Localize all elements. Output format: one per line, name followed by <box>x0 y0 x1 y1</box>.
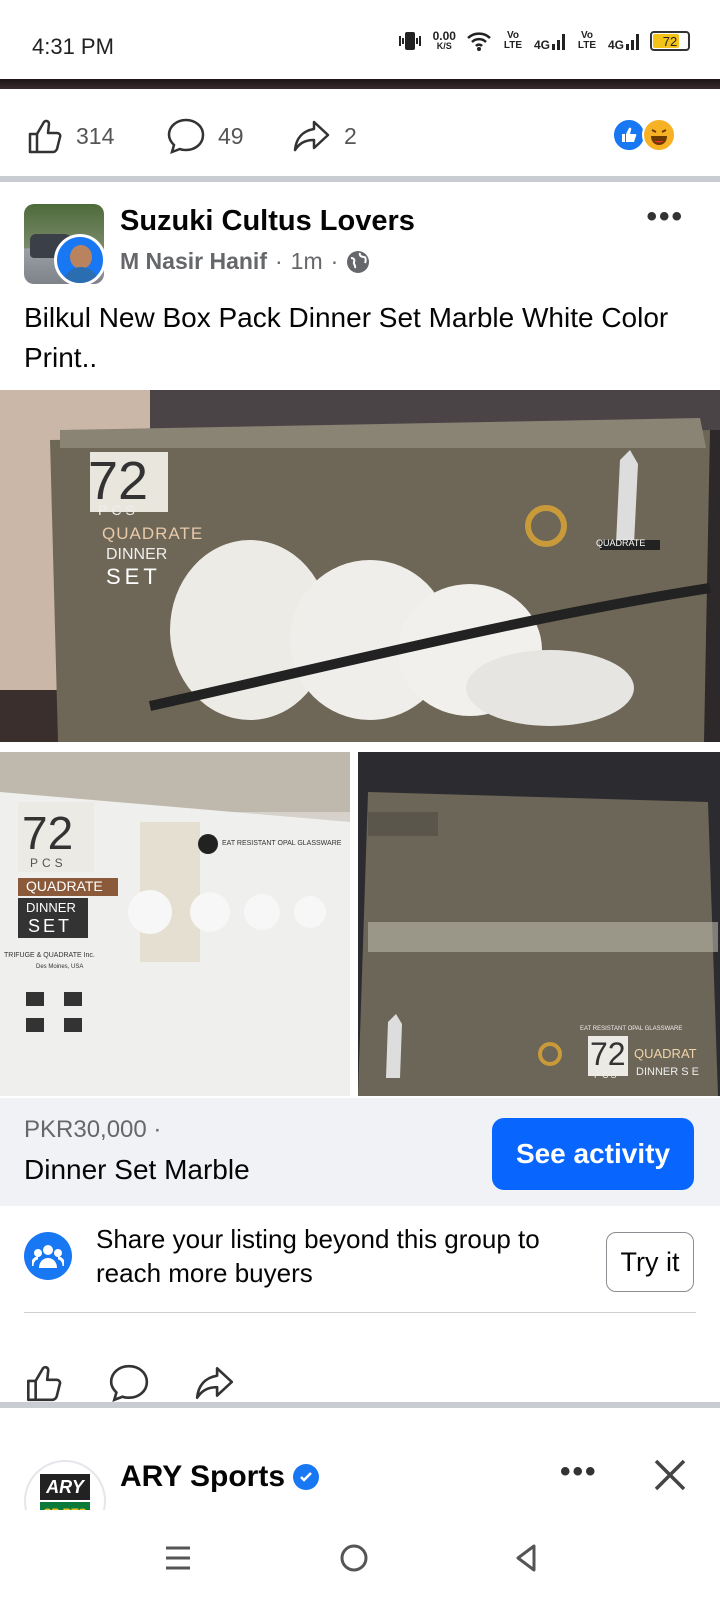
box2-quadrate-text: QUADRATE <box>26 878 103 894</box>
box3-heat-text: EAT RESISTANT OPAL GLASSWARE <box>580 1026 683 1032</box>
divider <box>24 1312 696 1313</box>
thumbs-up-icon <box>26 1365 62 1402</box>
comment-icon <box>109 1364 149 1402</box>
wifi-icon <box>467 32 491 51</box>
listing-price: PKR30,000 · <box>24 1116 162 1143</box>
status-system-icons: 0.00 K/S Vo LTE 4G Vo LTE 4G 72 <box>397 30 690 52</box>
home-nav-button[interactable] <box>334 1538 374 1578</box>
box2-pcs-text: PCS <box>30 856 67 870</box>
like-count: 314 <box>76 122 115 149</box>
box3-quadrate-text: QUADRAT <box>634 1046 697 1061</box>
ary-sports-name[interactable]: ARY Sports <box>120 1460 320 1494</box>
post-text: Bilkul New Box Pack Dinner Set Marble Wh… <box>24 302 669 373</box>
menu-icon <box>166 1546 190 1570</box>
box2-pieces-text: 72 <box>22 807 74 859</box>
post-time[interactable]: 1m <box>291 248 323 275</box>
box3-pieces-text: 72 <box>590 1036 626 1072</box>
sim1-label: Vo LTE <box>503 30 523 51</box>
box-set-text: SET <box>106 564 161 589</box>
ary-more-options-icon[interactable]: ••• <box>560 1455 598 1489</box>
system-navigation-bar <box>0 1510 720 1600</box>
share-listing-text: Share your listing beyond this group to … <box>96 1224 540 1288</box>
box-badge-text: QUADRATE <box>596 538 646 548</box>
group-share-icon <box>24 1232 72 1280</box>
haha-reaction-icon <box>642 118 676 152</box>
box-pcs-text: PCS <box>98 502 139 518</box>
like-reaction-icon <box>612 118 646 152</box>
signal-icon <box>551 34 565 50</box>
box-dinner-text: DINNER <box>106 546 168 563</box>
box2-maker-text: TRIFUGE & QUADRATE Inc. <box>4 952 95 959</box>
box2-set-text: SET <box>28 916 73 936</box>
previous-post-actions: 314 49 2 <box>0 100 720 170</box>
listing-photo-3[interactable]: 72 PCS QUADRAT DINNER S E EAT RESISTANT … <box>358 752 720 1096</box>
group-name[interactable]: Suzuki Cultus Lovers <box>120 205 415 238</box>
post-divider <box>0 176 720 182</box>
close-icon[interactable] <box>650 1455 690 1495</box>
sim2-label: Vo LTE <box>577 30 597 51</box>
see-activity-button[interactable]: See activity <box>492 1118 694 1190</box>
post-divider <box>0 1402 720 1408</box>
page-name[interactable]: ARY Sports <box>120 1460 285 1494</box>
like-button[interactable]: 314 <box>24 116 114 156</box>
meta-separator: · <box>274 248 283 274</box>
battery-icon: 72 <box>650 31 690 51</box>
ary-logo-top: ARY <box>40 1474 90 1500</box>
net-speed: 0.00 K/S <box>432 29 456 51</box>
box3-pcs-text: PCS <box>594 1070 619 1080</box>
author-avatar[interactable] <box>54 234 106 286</box>
comment-count: 49 <box>218 122 244 149</box>
verified-badge-icon <box>293 1464 320 1490</box>
sim1-network-label: 4G <box>533 38 550 52</box>
sim2-network-label: 4G <box>607 38 624 52</box>
reaction-summary[interactable] <box>612 118 680 152</box>
box2-dinner-text: DINNER <box>26 900 76 915</box>
try-it-button[interactable]: Try it <box>606 1232 694 1292</box>
status-time: 4:31 PM <box>32 34 114 59</box>
home-circle-icon <box>340 1544 368 1572</box>
thumbs-up-icon <box>28 119 62 154</box>
comment-icon <box>167 118 205 155</box>
sim1-network: 4G <box>533 32 566 52</box>
menu-nav-button[interactable] <box>158 1538 198 1578</box>
status-bar: 4:31 PM 0.00 K/S Vo LTE 4G Vo LTE 4G 72 <box>0 0 720 80</box>
post-more-options-icon[interactable]: ••• <box>646 200 684 234</box>
listing-title[interactable]: Dinner Set Marble <box>24 1154 250 1186</box>
listing-photo-main[interactable]: 72 PCS QUADRATE DINNER SET QUADRATE <box>0 390 720 742</box>
box-top-image <box>358 752 720 1096</box>
box3-dinner-text: DINNER S E <box>636 1066 699 1078</box>
box2-city-text: Des Moines, USA <box>36 964 84 970</box>
box-quadrate-text: QUADRATE <box>102 524 204 543</box>
previous-post-image-edge <box>0 79 720 89</box>
comment-button[interactable]: 49 <box>166 116 244 156</box>
back-triangle-icon <box>516 1544 536 1572</box>
vibrate-icon <box>398 32 421 50</box>
box2-heat-text: EAT RESISTANT OPAL GLASSWARE <box>222 840 342 847</box>
globe-icon <box>347 250 370 273</box>
author-name[interactable]: M Nasir Hanif <box>120 248 267 275</box>
sim2-network: 4G <box>607 32 640 52</box>
share-button[interactable]: 2 <box>292 116 357 156</box>
share-arrow-icon <box>195 1366 234 1400</box>
meta-separator: · <box>330 248 339 274</box>
share-arrow-icon <box>293 120 330 152</box>
battery-percent: 72 <box>662 33 678 49</box>
post-meta: M Nasir Hanif · 1m · <box>120 248 370 275</box>
listing-photo-2[interactable]: 72 PCS QUADRATE DINNER SET EAT RESISTANT… <box>0 752 350 1096</box>
net-speed-value: 0.00 <box>432 29 456 43</box>
share-count: 2 <box>344 122 357 149</box>
back-nav-button[interactable] <box>506 1538 546 1578</box>
signal-icon <box>626 34 639 50</box>
